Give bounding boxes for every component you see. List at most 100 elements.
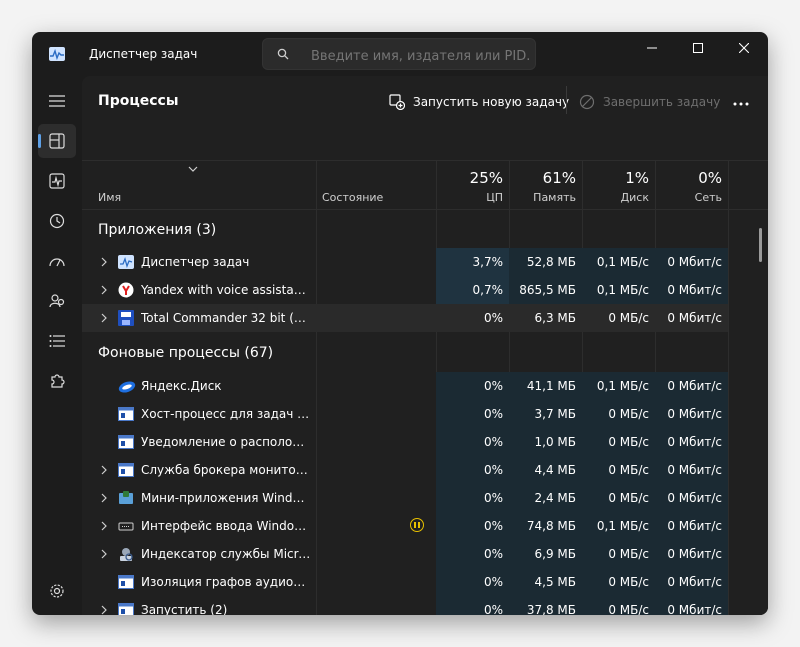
window-title: Диспетчер задач — [89, 47, 198, 61]
cpu-value: 0% — [483, 435, 503, 449]
window-app-icon — [118, 406, 134, 422]
table-row[interactable]: Уведомление о расположен... 0% 1,0 МБ 0 МБ/… — [82, 428, 728, 456]
chevron-right-icon[interactable] — [100, 521, 108, 531]
table-row[interactable]: Запустить (2) 0% 37,8 МБ 0 МБ/с 0 Мбит/с — [82, 596, 728, 615]
table-row[interactable]: Яндекс.Диск 0% 41,1 МБ 0,1 МБ/с 0 Мбит/с — [82, 372, 728, 400]
chevron-right-icon[interactable] — [100, 257, 108, 267]
cpu-value: 0,7% — [472, 283, 504, 297]
network-value: 0 Мбит/с — [667, 575, 722, 589]
nav-performance[interactable] — [38, 164, 76, 198]
end-task-button[interactable]: Завершить задачу — [579, 90, 720, 114]
nav-services[interactable] — [38, 364, 76, 398]
network-value: 0 Мбит/с — [667, 311, 722, 325]
table-row[interactable]: Изоляция графов аудиоустр... 0% 4,5 МБ 0 МБ… — [82, 568, 728, 596]
cpu-value: 0% — [483, 519, 503, 533]
network-value: 0 Мбит/с — [667, 519, 722, 533]
maximize-button[interactable] — [675, 32, 721, 64]
memory-value: 2,4 МБ — [534, 491, 576, 505]
list-icon — [49, 335, 65, 347]
process-name: Интерфейс ввода Windows (4) — [141, 519, 311, 533]
process-name: Индексатор службы Microso... — [141, 547, 311, 561]
close-button[interactable] — [721, 32, 767, 64]
cpu-label: ЦП — [486, 191, 503, 204]
hamburger-icon — [49, 95, 65, 107]
nav-users[interactable] — [38, 284, 76, 318]
process-name: Запустить (2) — [141, 603, 228, 615]
chevron-right-icon[interactable] — [100, 313, 108, 323]
disk-value: 0 МБ/с — [608, 575, 649, 589]
nav-settings[interactable] — [38, 574, 76, 608]
close-icon — [739, 43, 749, 53]
table-row[interactable]: Служба брокера мониторин... 0% 4,4 МБ 0 МБ/… — [82, 456, 728, 484]
nav-processes[interactable] — [38, 124, 76, 158]
process-name: Яндекс.Диск — [141, 379, 222, 393]
network-value: 0 Мбит/с — [667, 547, 722, 561]
scrollbar-thumb[interactable] — [759, 228, 762, 262]
window-app-icon — [118, 602, 134, 615]
table-row[interactable]: Хост-процесс для задач Win... 0% 3,7 МБ 0 М… — [82, 400, 728, 428]
more-options-button[interactable] — [732, 90, 752, 114]
disk-value: 0,1 МБ/с — [596, 379, 649, 393]
network-value: 0 Мбит/с — [667, 491, 722, 505]
maximize-icon — [693, 43, 703, 53]
nav-details[interactable] — [38, 324, 76, 358]
cpu-value: 3,7% — [472, 255, 504, 269]
minimize-icon — [647, 47, 657, 49]
table-row[interactable]: Мини-приложения Windows 0% 2,4 МБ 0 МБ/с 0 М… — [82, 484, 728, 512]
search-box[interactable] — [262, 38, 536, 70]
memory-value: 52,8 МБ — [526, 255, 576, 269]
minimize-button[interactable] — [629, 32, 675, 64]
column-name[interactable]: Имя — [98, 191, 121, 204]
cpu-value: 0% — [483, 311, 503, 325]
column-status[interactable]: Состояние — [322, 191, 383, 204]
title-bar: Диспетчер задач — [32, 32, 768, 76]
memory-value: 4,4 МБ — [534, 463, 576, 477]
search-icon — [277, 48, 289, 60]
nav-app-history[interactable] — [38, 204, 76, 238]
task-manager-app-icon — [49, 47, 65, 61]
network-value: 0 Мбит/с — [667, 407, 722, 421]
chevron-right-icon[interactable] — [100, 605, 108, 615]
search-input[interactable] — [309, 46, 533, 66]
users-icon — [49, 294, 65, 308]
cpu-value: 0% — [483, 491, 503, 505]
process-name: Мини-приложения Windows — [141, 491, 311, 505]
toolbar-divider — [566, 86, 567, 114]
block-icon — [579, 94, 595, 110]
table-row[interactable]: Yandex with voice assistant Ali... 0,7% 86… — [82, 276, 728, 304]
window-app-icon — [118, 574, 134, 590]
task-manager-window: Диспетчер задач Введите имя, издателя ил… — [32, 32, 768, 615]
chevron-down-icon[interactable] — [188, 165, 198, 173]
chevron-right-icon[interactable] — [100, 465, 108, 475]
network-value: 0 Мбит/с — [667, 255, 722, 269]
process-name: Служба брокера мониторин... — [141, 463, 311, 477]
disk-value: 0,1 МБ/с — [596, 283, 649, 297]
nav-startup-apps[interactable] — [38, 244, 76, 278]
chevron-right-icon[interactable] — [100, 493, 108, 503]
chevron-right-icon[interactable] — [100, 549, 108, 559]
section-apps: Приложения (3) — [98, 222, 217, 238]
table-row[interactable]: Интерфейс ввода Windows (4) 0% 74,8 МБ 0,1 … — [82, 512, 728, 540]
memory-value: 6,3 МБ — [534, 311, 576, 325]
puzzle-icon — [51, 374, 65, 388]
memory-value: 1,0 МБ — [534, 435, 576, 449]
cpu-value: 0% — [483, 575, 503, 589]
table-row[interactable]: Диспетчер задач 3,7% 52,8 МБ 0,1 МБ/с 0 Мбит… — [82, 248, 728, 276]
run-new-task-label: Запустить новую задачу — [413, 95, 570, 109]
end-task-label: Завершить задачу — [603, 95, 721, 109]
disk-total: 1% — [625, 169, 649, 187]
memory-label: Память — [533, 191, 576, 204]
chevron-right-icon[interactable] — [100, 285, 108, 295]
memory-value: 4,5 МБ — [534, 575, 576, 589]
new-task-icon — [389, 94, 405, 110]
run-new-task-button[interactable]: Запустить новую задачу — [389, 90, 569, 114]
performance-icon — [49, 173, 65, 189]
keyboard-icon — [118, 518, 134, 534]
yandex-disk-icon — [118, 378, 136, 394]
table-row[interactable]: Total Commander 32 bit (32 6... 0% 6,3 МБ 0… — [82, 304, 728, 332]
hamburger-menu-button[interactable] — [38, 84, 76, 118]
disk-value: 0 МБ/с — [608, 463, 649, 477]
table-row[interactable]: Индексатор службы Microso... 0% 6,9 МБ 0 МБ… — [82, 540, 728, 568]
more-icon — [733, 102, 749, 106]
network-value: 0 Мбит/с — [667, 435, 722, 449]
